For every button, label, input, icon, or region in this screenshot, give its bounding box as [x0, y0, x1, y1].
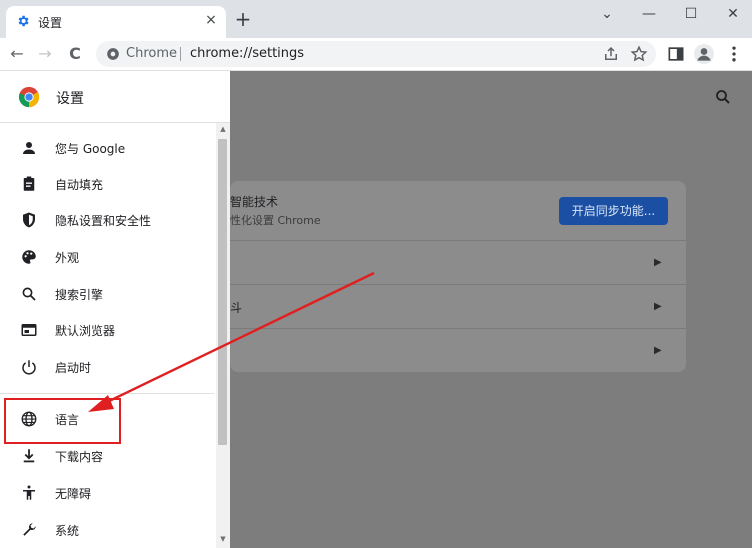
chrome-page-icon: [107, 48, 119, 60]
power-icon: [22, 360, 36, 375]
card-divider: [230, 328, 686, 329]
drawer-title: 设置: [56, 91, 84, 107]
chrome-logo-icon: [18, 86, 40, 108]
bookmark-star-icon[interactable]: [630, 45, 648, 63]
side-panel-icon[interactable]: [666, 44, 686, 64]
drawer-scrollbar-thumb[interactable]: [218, 139, 227, 445]
browser-icon: [21, 324, 37, 336]
scroll-up-arrow-icon[interactable]: ▲: [216, 125, 230, 135]
scroll-down-arrow-icon[interactable]: ▼: [216, 535, 230, 545]
menu-item-accessibility[interactable]: 无障碍: [0, 475, 214, 511]
menu-item-label: 自动填充: [55, 178, 104, 192]
omnibox-separator: [180, 47, 181, 61]
tab-close-icon[interactable]: ×: [202, 11, 220, 29]
accessibility-icon: [23, 485, 35, 500]
browser-toolbar: ← → C Chrome chrome://settings: [0, 38, 752, 71]
share-icon[interactable]: [602, 45, 620, 63]
menu-item-privacy[interactable]: 隐私设置和安全性: [0, 202, 214, 238]
menu-item-label: 您与 Google: [55, 142, 126, 156]
menu-item-you-and-google[interactable]: 您与 Google: [0, 130, 214, 166]
row-arrow-icon[interactable]: ▶: [654, 301, 662, 312]
tab-strip: 设置 × + ⌄ — ☐ ✕: [0, 0, 752, 38]
card-title: 智能技术: [230, 195, 279, 209]
settings-drawer: 设置 您与 Google 自动填充 隐私设置和安全性 外观 搜索引擎 默认浏览器…: [0, 71, 230, 548]
menu-item-label: 下载内容: [55, 450, 104, 464]
clipboard-icon: [23, 176, 35, 191]
sync-card: 智能技术 性化设置 Chrome 开启同步功能... ▶ 斗 ▶ ▶: [230, 181, 686, 372]
menu-item-label: 启动时: [55, 361, 92, 375]
row-arrow-icon[interactable]: ▶: [654, 345, 662, 356]
row-arrow-icon[interactable]: ▶: [654, 257, 662, 268]
shield-icon: [23, 212, 35, 228]
wrench-icon: [23, 523, 36, 536]
menu-item-system[interactable]: 系统: [0, 512, 214, 548]
new-tab-button[interactable]: +: [232, 8, 254, 30]
tab-title: 设置: [38, 16, 63, 30]
card-subtitle: 性化设置 Chrome: [230, 214, 321, 227]
menu-item-default-browser[interactable]: 默认浏览器: [0, 312, 214, 348]
menu-item-label: 隐私设置和安全性: [55, 214, 152, 228]
tab-search-chevron-icon[interactable]: ⌄: [590, 2, 624, 26]
reload-button[interactable]: C: [64, 43, 86, 65]
minimize-button[interactable]: —: [632, 2, 666, 26]
turn-on-sync-button[interactable]: 开启同步功能...: [559, 197, 668, 225]
menu-item-on-startup[interactable]: 启动时: [0, 349, 214, 385]
menu-item-label: 默认浏览器: [55, 324, 116, 338]
menu-item-label: 无障碍: [55, 487, 92, 501]
search-icon: [22, 287, 36, 301]
menu-item-search-engine[interactable]: 搜索引擎: [0, 276, 214, 312]
menu-divider: [0, 393, 214, 394]
card-divider: [230, 240, 686, 241]
more-menu-icon[interactable]: [724, 44, 744, 64]
menu-item-label: 搜索引擎: [55, 288, 104, 302]
profile-avatar-icon[interactable]: [694, 44, 714, 64]
gear-icon: [18, 15, 29, 27]
tab-settings[interactable]: 设置 ×: [6, 6, 226, 38]
download-icon: [23, 449, 35, 463]
omnibox-label: Chrome: [126, 46, 177, 61]
card-divider: [230, 284, 686, 285]
back-button[interactable]: ←: [6, 43, 28, 65]
menu-item-autofill[interactable]: 自动填充: [0, 166, 214, 202]
menu-item-label: 外观: [55, 251, 80, 265]
forward-button[interactable]: →: [34, 43, 56, 65]
settings-search-icon[interactable]: [714, 88, 732, 106]
person-icon: [23, 142, 35, 154]
menu-item-appearance[interactable]: 外观: [0, 239, 214, 275]
menu-item-label: 系统: [55, 524, 80, 538]
maximize-button[interactable]: ☐: [674, 2, 708, 26]
palette-icon: [22, 250, 36, 264]
window-close-button[interactable]: ✕: [716, 2, 750, 26]
card-row-text: 斗: [230, 301, 243, 315]
drawer-header: 设置: [0, 71, 230, 123]
url-text[interactable]: chrome://settings: [190, 46, 304, 61]
highlight-box: [4, 398, 121, 444]
address-bar[interactable]: Chrome chrome://settings: [96, 41, 656, 67]
